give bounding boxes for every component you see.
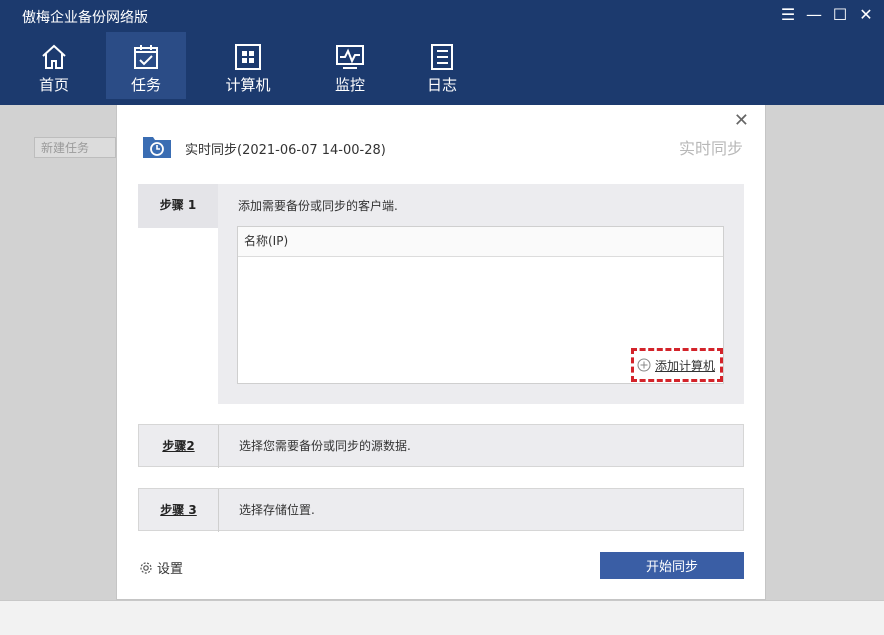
step-3-description: 选择存储位置. — [239, 503, 315, 517]
task-name[interactable]: 实时同步(2021-06-07 14-00-28) — [185, 139, 386, 158]
nav-item-monitor[interactable]: 监控 — [310, 32, 390, 99]
task-type-label: 实时同步 — [678, 139, 743, 158]
window-controls: ☰ — ☐ ✕ — [778, 4, 876, 26]
task-icon — [134, 45, 158, 69]
settings-link[interactable]: 设置 — [139, 558, 183, 577]
settings-label: 设置 — [157, 562, 184, 577]
column-header-name-ip[interactable]: 名称(IP) — [238, 227, 723, 257]
step-2-description: 选择您需要备份或同步的源数据. — [239, 439, 411, 453]
new-task-button[interactable]: 新建任务 — [34, 137, 116, 158]
step-1-label[interactable]: 步骤 1 — [138, 184, 218, 228]
realtime-sync-dialog: ✕ 实时同步(2021-06-07 14-00-28) 实时同步 步骤 1 添加… — [116, 105, 766, 600]
main-nav: 首页 任务 计算机 监控 日志 — [0, 32, 884, 105]
menu-icon[interactable]: ☰ — [778, 4, 798, 26]
nav-item-computers[interactable]: 计算机 — [208, 32, 288, 99]
nav-item-tasks[interactable]: 任务 — [106, 32, 186, 99]
step-3-label[interactable]: 步骤 3 — [139, 489, 219, 532]
sync-task-icon — [143, 137, 171, 158]
maximize-icon[interactable]: ☐ — [830, 4, 850, 26]
add-computer-label: 添加计算机 — [655, 358, 716, 373]
monitor-icon — [336, 45, 364, 69]
step-3-section[interactable]: 步骤 3 选择存储位置. — [138, 488, 744, 532]
computer-icon — [235, 44, 261, 70]
nav-label: 监控 — [334, 76, 365, 94]
app-title: 傲梅企业备份网络版 — [22, 10, 148, 26]
step-1-description: 添加需要备份或同步的客户端. — [238, 199, 398, 213]
start-sync-button[interactable]: 开始同步 — [600, 552, 744, 579]
add-computer-button[interactable]: 添加计算机 — [631, 348, 723, 382]
home-icon — [42, 44, 66, 69]
nav-label: 日志 — [426, 76, 457, 94]
nav-item-logs[interactable]: 日志 — [402, 32, 482, 99]
gear-icon — [140, 561, 152, 574]
nav-label: 任务 — [130, 76, 161, 94]
step-2-label[interactable]: 步骤2 — [139, 425, 219, 468]
nav-label: 计算机 — [225, 76, 271, 94]
minimize-icon[interactable]: — — [804, 4, 824, 26]
log-icon — [431, 44, 453, 70]
close-window-icon[interactable]: ✕ — [856, 4, 876, 26]
step-2-section[interactable]: 步骤2 选择您需要备份或同步的源数据. — [138, 424, 744, 468]
status-strip — [0, 600, 884, 635]
nav-item-home[interactable]: 首页 — [14, 32, 94, 99]
title-bar: 傲梅企业备份网络版 ☰ — ☐ ✕ — [0, 0, 884, 32]
close-icon[interactable]: ✕ — [734, 110, 749, 131]
nav-label: 首页 — [38, 76, 69, 94]
plus-circle-icon — [637, 358, 651, 372]
step-1-spacer — [138, 228, 218, 404]
